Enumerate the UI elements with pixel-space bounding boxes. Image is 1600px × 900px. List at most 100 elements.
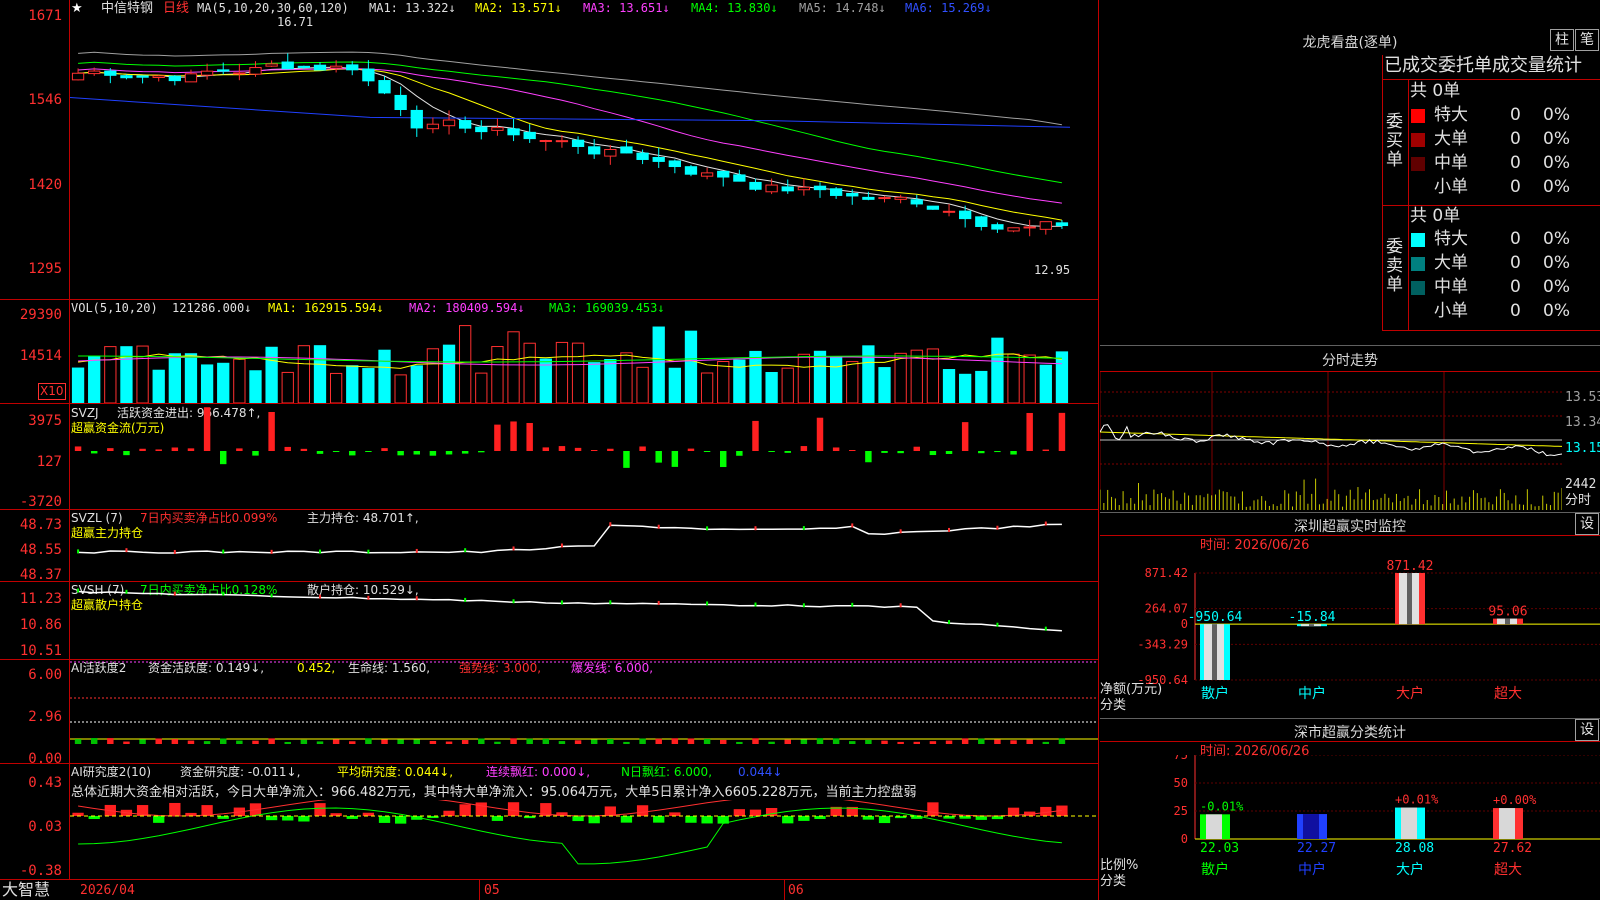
- intraday-axis-tick: 13.34: [1565, 415, 1600, 430]
- fund-flow-bar: [832, 447, 840, 451]
- activity-bar: [655, 738, 662, 744]
- volume-bar: [604, 359, 617, 403]
- svzl-chart[interactable]: [70, 510, 1098, 581]
- sz-monitor-axis-tick: -343.29: [1137, 637, 1188, 651]
- ai-research-chart[interactable]: [70, 800, 1098, 879]
- candle-body: [265, 63, 278, 67]
- research-bar: [475, 802, 487, 816]
- sz-class-bar: [1395, 807, 1425, 839]
- buy-row-pct: 0%: [1543, 105, 1570, 125]
- sz-monitor-bar-label: -15.84: [1289, 610, 1336, 625]
- volume-bar: [233, 358, 246, 403]
- sz-class-value-label: 22.27: [1297, 841, 1336, 856]
- vol-axis-tick: 29390: [19, 307, 62, 323]
- retail-holding-line-tick: [754, 602, 757, 607]
- research-bar: [459, 804, 471, 816]
- svzj-chart[interactable]: [70, 404, 1098, 509]
- fund-flow-bar: [316, 451, 324, 454]
- intraday-chart[interactable]: [1100, 372, 1562, 510]
- sz-monitor-category: 大户: [1396, 685, 1424, 702]
- fund-flow-bar: [494, 424, 501, 451]
- fund-flow-bar: [768, 451, 775, 452]
- fund-flow-bar: [607, 448, 614, 451]
- volume-bar: [700, 372, 714, 403]
- sz-monitor-settings-button[interactable]: 设: [1575, 513, 1599, 535]
- stock-name[interactable]: 中信特钢: [101, 1, 153, 16]
- research-bar: [733, 809, 745, 816]
- sell-row-count: 0: [1510, 301, 1521, 321]
- candle-body: [329, 65, 343, 69]
- candle-body: [249, 67, 262, 75]
- volume-chart[interactable]: [70, 318, 1098, 403]
- sz-monitor-bar: [1395, 573, 1425, 625]
- vol-unit-badge: X10: [38, 383, 66, 400]
- sz-monitor-bar-label: 95.06: [1488, 605, 1527, 620]
- main-holding-line: [78, 523, 1062, 554]
- fund-flow-bar: [929, 451, 937, 456]
- sz-monitor-chart[interactable]: 871.42264.070-343.29-950.64-950.64散户-15.…: [1100, 555, 1600, 715]
- candle-body: [281, 61, 294, 70]
- candle-body: [555, 140, 569, 143]
- tick-mode-button[interactable]: 笔: [1575, 29, 1599, 51]
- sell-row-name: 中单: [1434, 277, 1468, 297]
- svsh-axis-tick: 11.23: [19, 591, 62, 607]
- fund-flow-bar: [542, 447, 550, 451]
- sz-class-value-label: 27.62: [1493, 841, 1532, 856]
- sz-class-settings-button[interactable]: 设: [1575, 719, 1599, 741]
- activity-bar: [913, 741, 920, 744]
- volume-bar: [539, 358, 552, 403]
- candle-body: [749, 181, 762, 190]
- period-label[interactable]: 日线: [163, 1, 189, 16]
- activity-bar: [526, 738, 533, 744]
- intraday-axis-tick: 13.15: [1565, 441, 1600, 456]
- volume-bar: [926, 348, 940, 403]
- fund-flow-bar: [1026, 412, 1033, 451]
- activity-bar: [945, 740, 953, 744]
- buy-row-name: 特大: [1434, 105, 1468, 125]
- research-bar: [669, 812, 681, 816]
- vol-value: 121286.000↓: [172, 301, 252, 315]
- candle-body: [297, 65, 311, 68]
- sz-class-delta-label: +0.00%: [1493, 793, 1537, 807]
- volume-bar: [555, 341, 569, 403]
- candle-body: [588, 146, 601, 155]
- buy-row-count: 0: [1510, 129, 1521, 149]
- activity-bar: [671, 738, 679, 744]
- ma-line: [78, 61, 1062, 184]
- fund-flow-bar: [945, 451, 953, 454]
- activity-bar: [574, 740, 582, 744]
- activity-bar: [155, 738, 162, 744]
- bar-mode-button[interactable]: 柱: [1550, 29, 1574, 51]
- volume-bar: [668, 367, 681, 403]
- activity-bar: [187, 740, 195, 744]
- sz-class-chart[interactable]: 75 50 25 0 -0.01% 22.03 散户 22.27 中户 +0.01% 28.08 大户…: [1100, 755, 1600, 900]
- candle-body: [975, 216, 988, 227]
- activity-bar: [881, 740, 888, 744]
- candlestick-chart[interactable]: [70, 15, 1098, 299]
- candle-body: [846, 193, 859, 197]
- ai-active-chart[interactable]: [70, 660, 1098, 763]
- activity-bar: [478, 738, 485, 744]
- activity-bar: [107, 738, 114, 744]
- fund-flow-bar: [300, 448, 308, 451]
- sell-row-count: 0: [1510, 229, 1521, 249]
- sz-class-category: 超大: [1494, 862, 1522, 878]
- candle-body: [765, 184, 778, 193]
- fund-flow-bar: [90, 451, 98, 454]
- svsh-chart[interactable]: [70, 582, 1098, 659]
- research-bar: [491, 816, 504, 821]
- main-holding-line-tick: [706, 526, 709, 531]
- activity-bar: [720, 739, 727, 744]
- fund-flow-bar: [461, 451, 469, 454]
- main-chart-area[interactable]: ★ 中信特钢 日线 MA(5,10,20,30,60,120) MA1: 13.…: [0, 0, 1100, 900]
- main-holding-line-tick: [802, 526, 805, 531]
- volume-bar: [942, 369, 956, 403]
- svzl-axis-tick: 48.37: [19, 567, 62, 583]
- main-holding-line-tick: [512, 546, 515, 551]
- research-red-line: [78, 800, 1062, 817]
- svsh-axis-tick: 10.86: [19, 617, 62, 633]
- ai-research-v5: 0.044↓: [738, 765, 783, 779]
- activity-bar: [429, 740, 437, 744]
- fund-flow-bar: [881, 451, 888, 453]
- volume-bar: [588, 362, 601, 403]
